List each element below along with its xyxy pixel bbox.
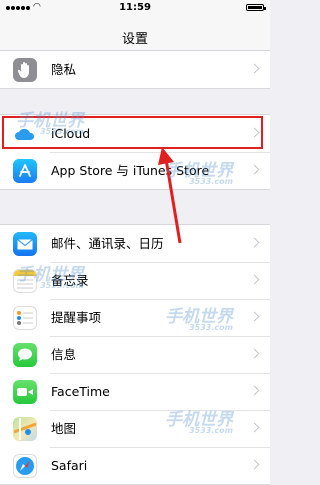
row-safari[interactable]: Safari	[0, 447, 270, 484]
status-time: 11:59	[119, 2, 151, 13]
row-notes[interactable]: 备忘录	[0, 262, 270, 299]
battery-icon	[246, 4, 266, 11]
chevron-right-icon	[249, 274, 260, 285]
row-privacy[interactable]: 隐私	[0, 51, 270, 88]
compass-icon	[13, 454, 37, 478]
row-label: 备忘录	[51, 273, 89, 288]
row-label: 邮件、通讯录、日历	[51, 236, 164, 251]
row-app-store[interactable]: App Store 与 iTunes Store	[0, 152, 270, 189]
row-label: 隐私	[51, 62, 77, 77]
arrow-annotation	[158, 147, 182, 244]
page-title: 设置	[121, 32, 148, 47]
messages-icon	[13, 343, 37, 367]
mail-icon	[13, 232, 37, 256]
chevron-right-icon	[249, 311, 260, 322]
row-messages[interactable]: 信息	[0, 336, 270, 373]
hand-icon	[13, 58, 37, 82]
chevron-right-icon	[249, 164, 260, 175]
settings-group-privacy: 隐私	[0, 50, 270, 89]
app-store-icon	[13, 159, 37, 183]
row-label: 提醒事项	[51, 310, 102, 325]
notes-icon	[13, 269, 37, 293]
row-label: 地图	[51, 421, 77, 436]
chevron-right-icon	[249, 422, 260, 433]
status-bar: ◠ 11:59	[0, 0, 270, 16]
video-camera-icon	[13, 380, 37, 404]
row-mail[interactable]: 邮件、通讯录、日历	[0, 225, 270, 262]
chevron-right-icon	[249, 385, 260, 396]
row-maps[interactable]: 地图	[0, 410, 270, 447]
map-icon	[13, 417, 37, 441]
chevron-right-icon	[249, 348, 260, 359]
reminders-icon	[13, 306, 37, 330]
row-reminders[interactable]: 提醒事项	[0, 299, 270, 336]
highlight-box	[2, 116, 263, 149]
row-label: FaceTime	[51, 384, 110, 399]
chevron-right-icon	[249, 459, 260, 470]
row-facetime[interactable]: FaceTime	[0, 373, 270, 410]
chevron-right-icon	[249, 63, 260, 74]
settings-group-apps: 邮件、通讯录、日历 备忘录 提醒事项 信息 FaceTime 地图 Safari	[0, 224, 270, 485]
row-label: 信息	[51, 347, 77, 362]
row-label: Safari	[51, 458, 88, 473]
chevron-right-icon	[249, 237, 260, 248]
